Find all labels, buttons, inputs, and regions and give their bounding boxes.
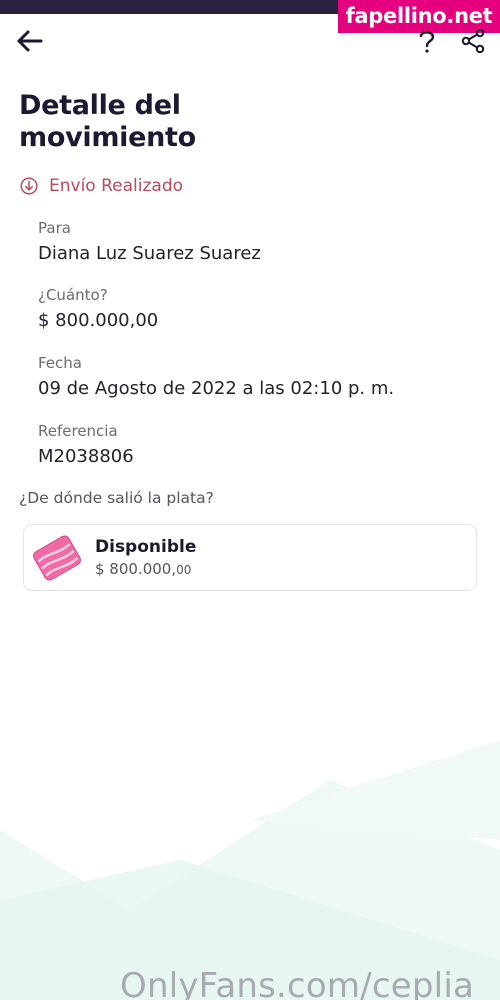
status-label: Envío Realizado xyxy=(49,176,184,196)
card-amount: $ 800.000,00 xyxy=(95,560,191,578)
arrow-down-circle-icon xyxy=(20,177,38,195)
amount-label: ¿Cuánto? xyxy=(38,286,108,304)
card-amount-cents: 00 xyxy=(176,563,192,577)
transfer-status: Envío Realizado xyxy=(20,175,183,197)
reference-value: M2038806 xyxy=(38,446,134,467)
reference-label: Referencia xyxy=(38,422,118,440)
page-title: Detalle del movimiento xyxy=(19,90,196,153)
source-account-card[interactable]: Disponible $ 800.000,00 xyxy=(23,524,477,591)
card-title: Disponible xyxy=(95,537,197,557)
background-decoration xyxy=(0,740,500,1000)
recipient-value: Diana Luz Suarez Suarez xyxy=(38,243,261,264)
arrow-left-icon xyxy=(17,30,43,52)
date-label: Fecha xyxy=(38,354,82,372)
back-button[interactable] xyxy=(16,28,44,54)
recipient-label: Para xyxy=(38,219,71,237)
watermark-bottom: OnlyFans.com/ceplia xyxy=(120,966,475,1000)
share-icon xyxy=(461,28,485,54)
date-value: 09 de Agosto de 2022 a las 02:10 p. m. xyxy=(38,378,395,399)
pocket-icon xyxy=(33,535,81,581)
question-icon xyxy=(419,31,435,53)
card-amount-main: $ 800.000, xyxy=(95,560,177,578)
source-question: ¿De dónde salió la plata? xyxy=(19,489,214,507)
amount-value: $ 800.000,00 xyxy=(38,310,159,331)
share-button[interactable] xyxy=(460,28,486,54)
help-button[interactable] xyxy=(416,28,438,54)
